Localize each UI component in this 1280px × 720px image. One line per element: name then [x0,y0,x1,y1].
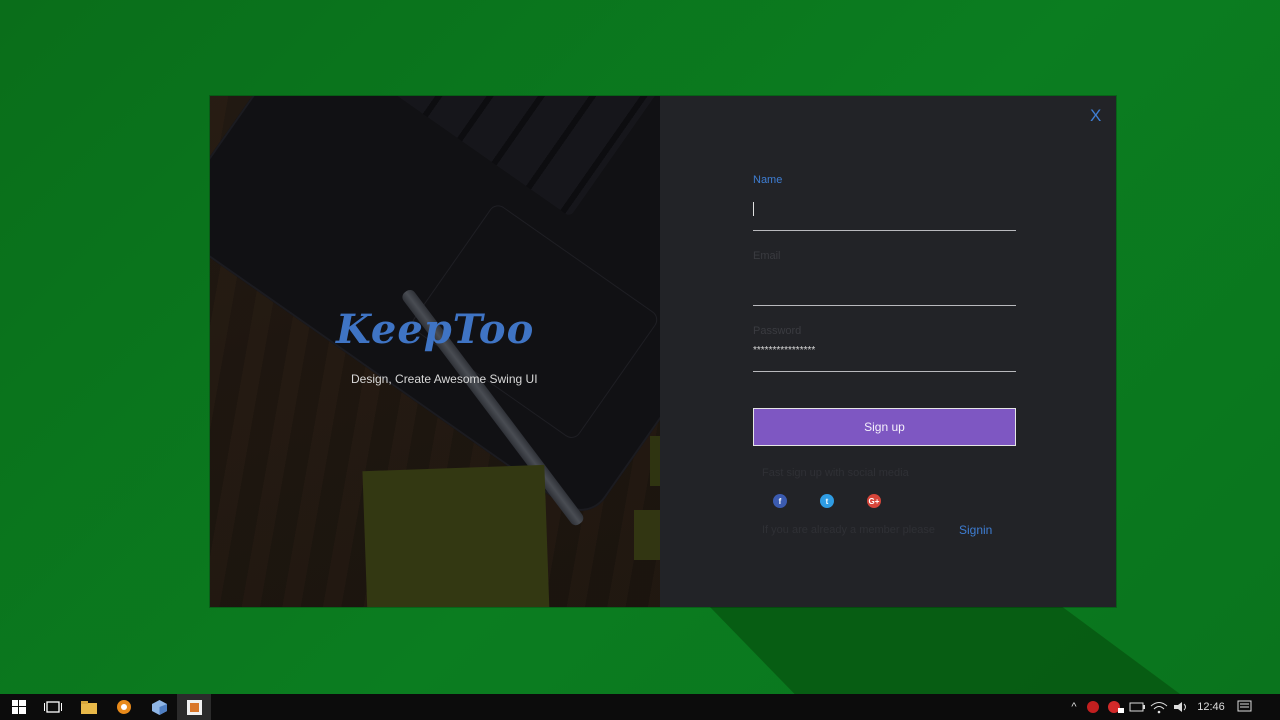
member-prompt: If you are already a member please [762,524,936,536]
package-icon[interactable] [142,694,176,720]
notification-center-icon[interactable] [1230,700,1258,714]
password-underline [753,371,1016,372]
brand-tagline: Design, Create Awesome Swing UI [351,372,538,386]
password-label: Password [753,325,802,337]
hero-panel: KeepToo Design, Create Awesome Swing UI [210,96,660,607]
password-field[interactable]: Password **************** [753,325,1016,373]
name-label: Name [753,174,783,186]
email-underline [753,305,1016,306]
record-camera-icon[interactable] [1104,700,1126,714]
name-underline [753,230,1016,231]
social-signup-text: Fast sign up with social media [762,467,909,479]
close-button[interactable]: X [1090,106,1101,126]
email-field[interactable]: Email [753,250,1016,307]
name-field[interactable]: Name [753,174,1016,231]
brand-logo: KeepToo [336,306,535,353]
system-tray: ^ 12:46 [1066,694,1258,720]
signup-window: KeepToo Design, Create Awesome Swing UI … [210,96,1116,607]
form-panel: X Name Email Password **************** S… [660,96,1116,607]
chevron-up-icon[interactable]: ^ [1066,701,1082,713]
text-caret [753,202,754,216]
volume-icon[interactable] [1170,700,1192,714]
windows-start-icon[interactable] [2,694,36,720]
signin-link[interactable]: Signin [959,523,992,537]
signup-button[interactable]: Sign up [753,408,1016,446]
clock[interactable]: 12:46 [1192,701,1230,713]
record-icon[interactable] [1082,700,1104,714]
taskbar: ^ 12:46 [0,694,1280,720]
battery-icon[interactable] [1126,700,1148,714]
java-app-icon[interactable] [177,694,211,720]
wifi-icon[interactable] [1148,700,1170,714]
twitter-icon[interactable]: t [820,494,834,508]
task-view-icon[interactable] [36,694,70,720]
google-plus-icon[interactable]: G+ [867,494,881,508]
email-label: Email [753,250,781,262]
compass-app-icon[interactable] [107,694,141,720]
facebook-icon[interactable]: f [773,494,787,508]
file-explorer-icon[interactable] [72,694,106,720]
password-value: **************** [753,345,816,356]
